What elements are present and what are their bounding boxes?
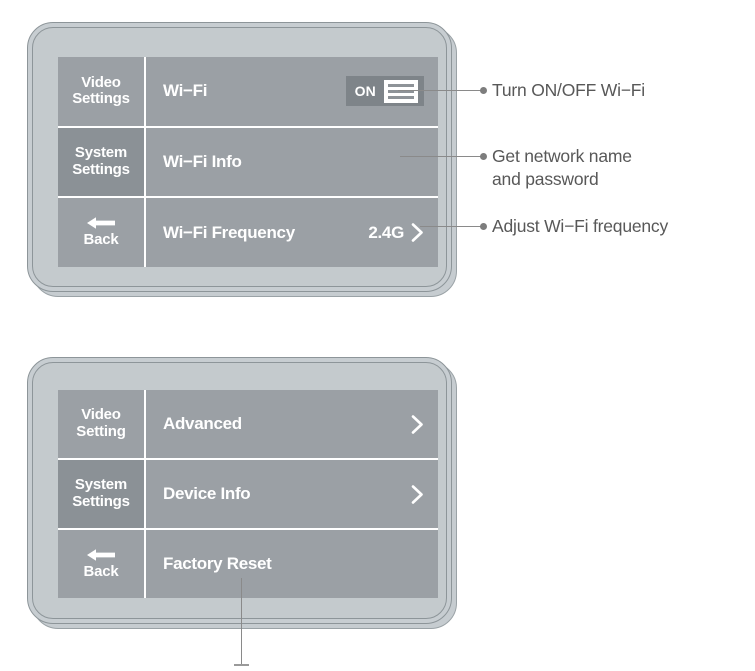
screen-row: Video Setting Advanced bbox=[58, 390, 438, 458]
screen-row: Back Wi−Fi Frequency 2.4G bbox=[58, 196, 438, 268]
callout-text-wifi-toggle: Turn ON/OFF Wi−Fi bbox=[492, 80, 645, 100]
sidebar-tab-label-line: Settings bbox=[72, 161, 130, 178]
illustration-canvas: Video Settings Wi−Fi ON System Settings … bbox=[0, 0, 755, 671]
callout-bullet-wifi-frequency bbox=[480, 223, 487, 230]
wifi-toggle-switch[interactable]: ON bbox=[345, 76, 424, 107]
list-item-wi-fi[interactable]: Wi−Fi ON bbox=[146, 57, 438, 126]
list-item-advanced[interactable]: Advanced bbox=[146, 390, 438, 458]
sidebar-tab-label-line: Settings bbox=[72, 493, 130, 510]
callout-leader-line-wifi-toggle bbox=[398, 90, 483, 91]
back-arrow-icon bbox=[87, 548, 115, 561]
callout-leader-line-factory-reset bbox=[241, 578, 242, 664]
sidebar-tab-label-line: System bbox=[74, 144, 128, 162]
chevron-right-icon bbox=[411, 484, 423, 504]
toggle-knob-icon bbox=[384, 79, 418, 103]
sidebar-tab-label-line: Video bbox=[81, 406, 121, 424]
list-item-label: Wi−Fi Info bbox=[163, 152, 242, 171]
screen-row: System Settings Device Info bbox=[58, 458, 438, 528]
sidebar-tab-label-line: Back bbox=[83, 231, 119, 249]
screen-row: Back Factory Reset bbox=[58, 528, 438, 598]
sidebar-tab-back[interactable]: Back bbox=[58, 530, 146, 598]
callout-text-wifi-info: Get network name and password bbox=[492, 146, 632, 190]
callout-leader-tick-factory-reset bbox=[234, 664, 249, 666]
list-item-wi-fi-info[interactable]: Wi−Fi Info bbox=[146, 127, 438, 197]
list-item-label: Wi−Fi bbox=[163, 81, 208, 101]
list-item-label: Factory Reset bbox=[163, 554, 272, 573]
chevron-right-icon bbox=[411, 414, 423, 434]
sidebar-tab-system-settings[interactable]: System Settings bbox=[58, 460, 146, 528]
callout-leader-line-wifi-info bbox=[400, 156, 483, 157]
device-screen: Video Settings Wi−Fi ON System Settings … bbox=[58, 57, 438, 268]
device-system-settings: Video Setting Advanced System Settings D… bbox=[27, 357, 457, 629]
sidebar-tab-video-setting[interactable]: Video Setting bbox=[58, 390, 146, 458]
device-screen: Video Setting Advanced System Settings D… bbox=[58, 390, 438, 598]
sidebar-tab-label-line: System bbox=[74, 476, 128, 494]
callout-bullet-wifi-toggle bbox=[480, 87, 487, 94]
back-arrow-icon bbox=[87, 217, 115, 230]
sidebar-tab-label-line: Video bbox=[81, 73, 121, 91]
list-item-factory-reset[interactable]: Factory Reset bbox=[146, 530, 438, 598]
sidebar-tab-video-settings[interactable]: Video Settings bbox=[58, 57, 146, 126]
sidebar-tab-label-line: Settings bbox=[72, 90, 130, 108]
sidebar-tab-label-line: Back bbox=[83, 562, 119, 580]
callout-leader-line-wifi-frequency bbox=[420, 226, 483, 227]
list-item-device-info[interactable]: Device Info bbox=[146, 460, 438, 528]
sidebar-tab-label-line: Setting bbox=[76, 423, 126, 440]
list-item-value: 2.4G bbox=[368, 222, 404, 242]
screen-row: System Settings Wi−Fi Info bbox=[58, 125, 438, 197]
device-wifi-settings: Video Settings Wi−Fi ON System Settings … bbox=[27, 22, 457, 297]
sidebar-tab-back[interactable]: Back bbox=[58, 198, 146, 268]
list-item-label: Device Info bbox=[163, 484, 251, 503]
list-item-wi-fi-frequency[interactable]: Wi−Fi Frequency 2.4G bbox=[146, 198, 438, 268]
screen-row: Video Settings Wi−Fi ON bbox=[58, 57, 438, 126]
list-item-label: Wi−Fi Frequency bbox=[163, 222, 295, 242]
sidebar-tab-system-settings[interactable]: System Settings bbox=[58, 127, 146, 197]
callout-bullet-wifi-info bbox=[480, 153, 487, 160]
list-item-label: Advanced bbox=[163, 414, 242, 433]
callout-text-wifi-frequency: Adjust Wi−Fi frequency bbox=[492, 216, 669, 236]
toggle-state-label: ON bbox=[354, 83, 376, 100]
